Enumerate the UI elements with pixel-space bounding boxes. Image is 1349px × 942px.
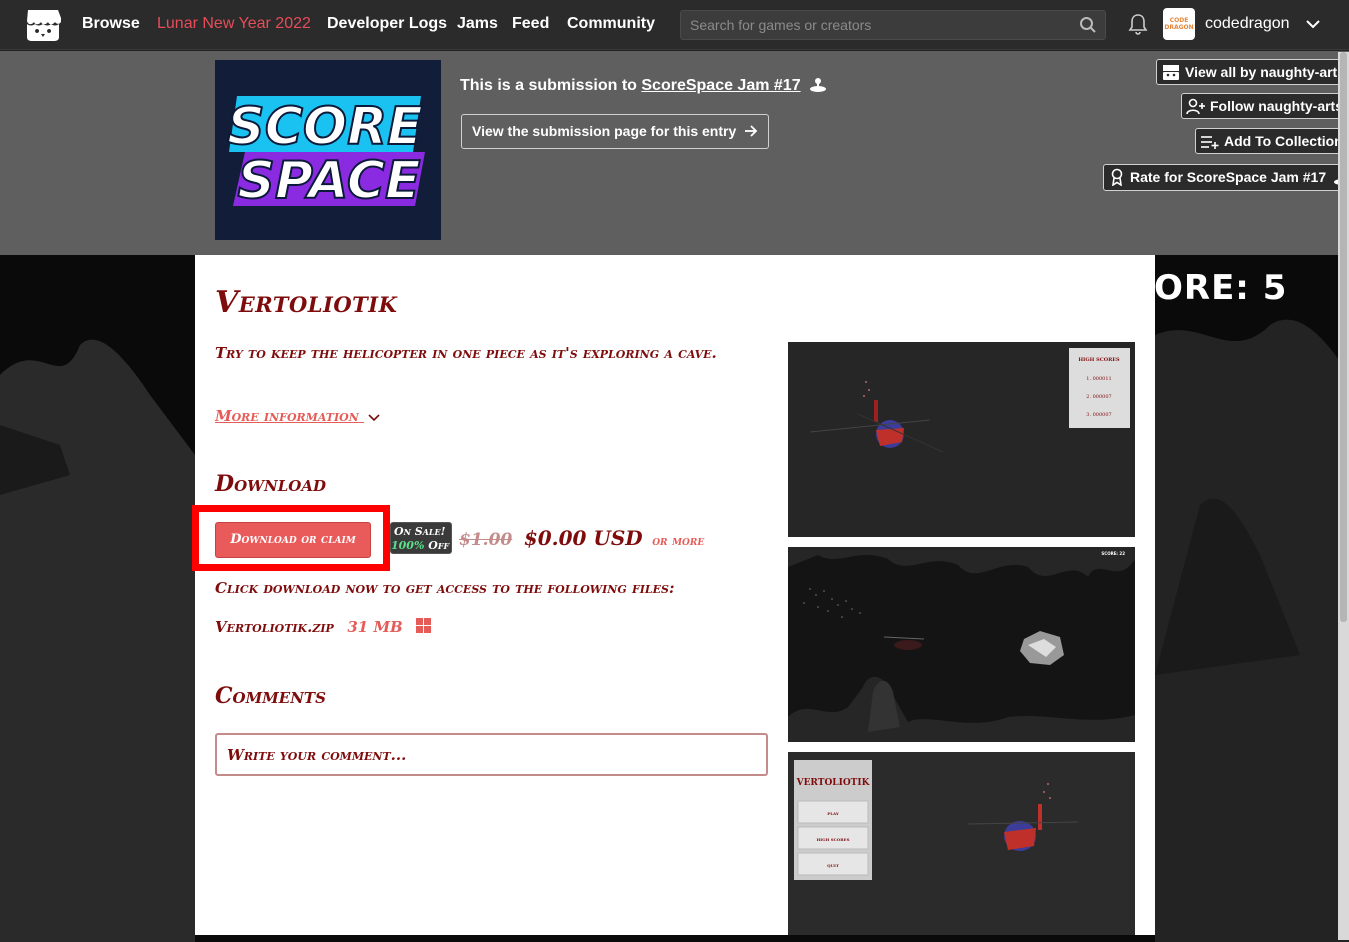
submission-prefix: This is a submission to [460, 77, 637, 94]
game-tagline: Try to keep the helicopter in one piece … [215, 344, 717, 362]
more-information-toggle[interactable]: More information [215, 407, 380, 425]
cave-gameplay-screenshot: SCORE: 22 [788, 547, 1135, 742]
page-scrollbar[interactable] [1338, 52, 1349, 940]
award-ribbon-icon [1111, 168, 1123, 187]
jam-submission-header: SCORE SPACE This is a submission to Scor… [0, 51, 1349, 255]
nav-feed[interactable]: Feed [512, 15, 549, 33]
sale-badge: On Sale! 100% Off [390, 522, 452, 554]
comment-input[interactable] [217, 735, 766, 774]
jam-link[interactable]: ScoreSpace Jam #17 [641, 77, 800, 94]
follow-author-button[interactable]: Follow naughty-arts [1181, 93, 1349, 119]
game-title: Vertoliotik [215, 285, 398, 320]
chevron-down-icon[interactable] [1304, 15, 1322, 33]
sale-off: Off [428, 539, 450, 552]
helicopter-sprite [883, 636, 925, 650]
particle-trail [803, 588, 861, 618]
comment-box [215, 733, 768, 776]
add-collection-label: Add To Collection [1224, 133, 1343, 149]
screenshot-1[interactable]: HIGH SCORES 1. 000011 2. 000007 3. 00000… [788, 342, 1135, 537]
sale-label: On Sale! [394, 525, 446, 538]
add-to-list-icon [1201, 136, 1219, 149]
nav-jams[interactable]: Jams [457, 15, 498, 33]
user-avatar[interactable]: CODE DRAGON [1163, 8, 1195, 40]
logo-word-space: SPACE [237, 151, 420, 211]
high-scores-title: HIGH SCORES [1078, 357, 1120, 363]
search-icon[interactable] [1079, 16, 1097, 34]
view-submission-button[interactable]: View the submission page for this entry [461, 114, 770, 149]
boulder-sprite [1020, 631, 1064, 665]
arrow-right-icon [745, 125, 758, 137]
high-score-entry: 3. 000007 [1086, 412, 1111, 418]
helicopter-sprite [967, 783, 1079, 851]
sale-percent: 100% [391, 539, 425, 552]
main-menu-screenshot: VERTOLIOTIK PLAY HIGH SCORES QUIT [794, 760, 1079, 880]
price-info: $1.00 $0.00 USD or more [459, 526, 704, 550]
submission-notice: This is a submission to ScoreSpace Jam #… [460, 77, 827, 95]
screenshot-3[interactable]: VERTOLIOTIK PLAY HIGH SCORES QUIT [788, 752, 1135, 935]
nav-community[interactable]: Community [567, 15, 655, 33]
background-score-text: ORE: 5 [1154, 268, 1288, 308]
joystick-icon [810, 78, 827, 92]
file-size: 31 MB [347, 618, 403, 636]
or-more-label: or more [652, 534, 705, 549]
scorespace-jam-logo[interactable]: SCORE SPACE [215, 60, 441, 240]
add-user-icon [1186, 98, 1205, 115]
rate-label: Rate for ScoreSpace Jam #17 [1130, 169, 1327, 185]
original-price: $1.00 [459, 530, 513, 550]
download-heading: Download [215, 471, 326, 497]
menu-game-title: VERTOLIOTIK [796, 778, 871, 788]
view-all-by-author-button[interactable]: View all by naughty-arts [1156, 59, 1349, 85]
scrollbar-thumb[interactable] [1340, 52, 1347, 622]
more-information-label: More information [215, 407, 359, 425]
view-submission-label: View the submission page for this entry [472, 123, 737, 139]
menu-item: QUIT [827, 863, 839, 868]
follow-label: Follow naughty-arts [1210, 98, 1343, 114]
files-intro-text: Click download now to get access to the … [215, 579, 675, 597]
itchio-logo-icon[interactable] [24, 7, 62, 43]
windows-icon [416, 618, 432, 633]
rate-for-jam-button[interactable]: Rate for ScoreSpace Jam #17 [1103, 164, 1349, 191]
menu-item: PLAY [827, 811, 839, 816]
itchio-small-icon [1163, 65, 1179, 80]
add-to-collection-button[interactable]: Add To Collection [1195, 128, 1349, 154]
download-or-claim-button[interactable]: Download or claim [215, 522, 371, 558]
helicopter-highscore-screenshot: HIGH SCORES 1. 000011 2. 000007 3. 00000… [809, 348, 1130, 453]
game-page-column: Vertoliotik Try to keep the helicopter i… [192, 255, 1155, 935]
scorespace-logo-art: SCORE SPACE [226, 96, 425, 212]
top-navbar: Browse Lunar New Year 2022 Developer Log… [0, 0, 1349, 50]
screenshot-2[interactable]: SCORE: 22 [788, 547, 1135, 742]
ingame-score-label: SCORE: 22 [1101, 551, 1125, 556]
nav-browse[interactable]: Browse [82, 15, 140, 33]
view-all-label: View all by naughty-arts [1185, 64, 1346, 80]
logo-word-score: SCORE [227, 97, 422, 157]
helicopter-sprite [809, 381, 944, 453]
high-score-entry: 1. 000011 [1086, 376, 1111, 382]
username-label[interactable]: codedragon [1205, 15, 1290, 33]
nav-developer-logs[interactable]: Developer Logs [327, 15, 447, 33]
comments-heading: Comments [215, 683, 326, 709]
file-row: Vertoliotik.zip 31 MB [215, 617, 432, 636]
current-price: $0.00 USD [523, 526, 643, 550]
menu-item: HIGH SCORES [816, 837, 849, 842]
search-bar [680, 10, 1106, 40]
file-name: Vertoliotik.zip [215, 618, 334, 636]
nav-lunar-new-year-event[interactable]: Lunar New Year 2022 [157, 15, 311, 33]
notification-bell-icon[interactable] [1128, 13, 1148, 35]
chevron-down-icon [368, 414, 380, 422]
high-score-entry: 2. 000007 [1086, 394, 1111, 400]
search-input[interactable] [681, 11, 1071, 39]
